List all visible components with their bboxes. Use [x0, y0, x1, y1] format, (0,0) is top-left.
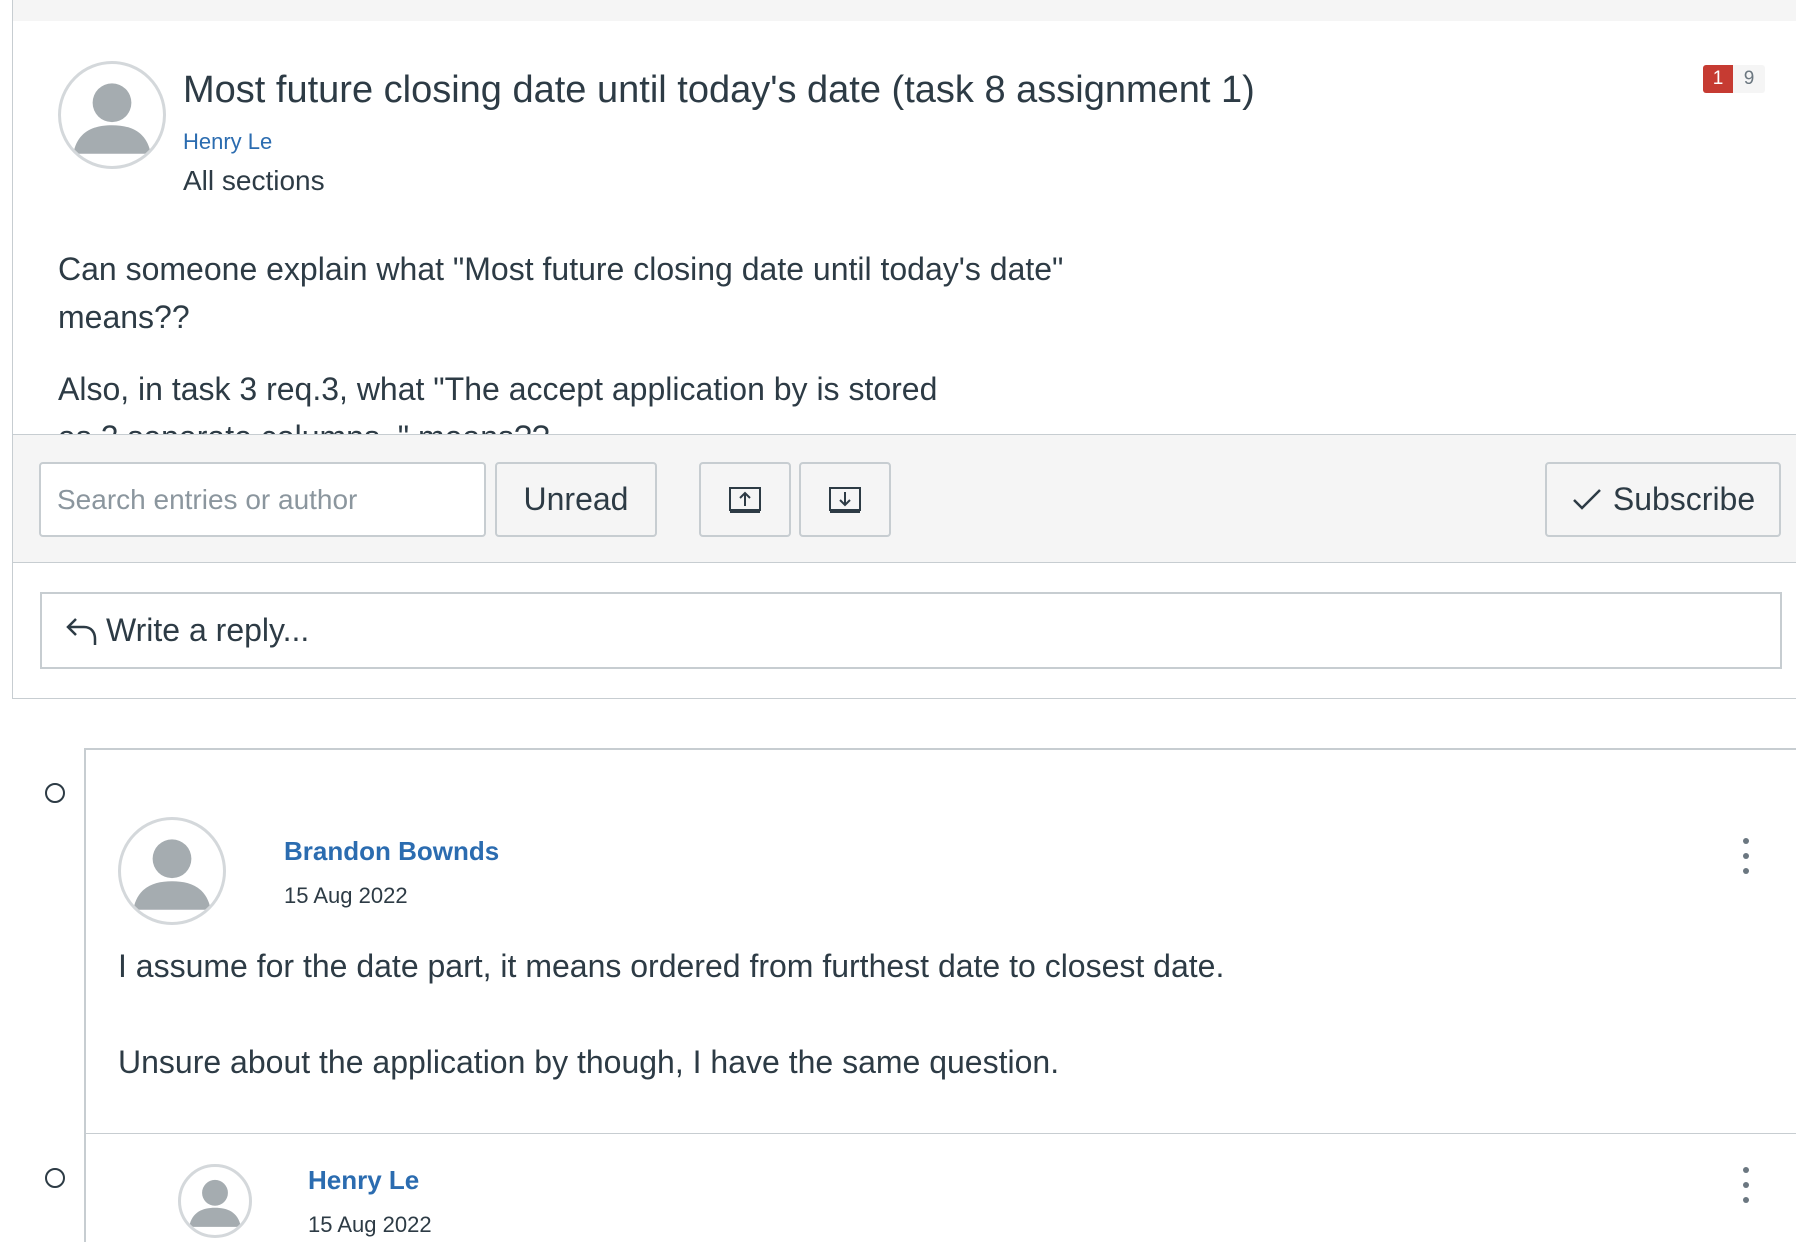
entry-message-paragraph: I assume for the date part, it means ord… — [118, 948, 1225, 984]
post-count-badge: 1 9 — [1703, 65, 1765, 93]
more-options-icon[interactable] — [1736, 1167, 1756, 1203]
discussion-toolbar: Unread — [13, 434, 1796, 563]
topic-card: Most future closing date until today's d… — [12, 21, 1796, 699]
discussion-entry: Brandon Bownds 15 Aug 2022 I assume for … — [84, 748, 1796, 1135]
search-input[interactable] — [39, 462, 486, 537]
discussion-page: Most future closing date until today's d… — [0, 0, 1796, 1242]
read-status-dot[interactable] — [45, 1168, 65, 1188]
entry-author-link[interactable]: Brandon Bownds — [284, 836, 499, 867]
subscribe-button[interactable]: Subscribe — [1545, 462, 1781, 537]
person-icon — [189, 1179, 241, 1227]
total-count-badge: 9 — [1733, 65, 1765, 93]
entry-message-paragraph: Unsure about the application by though, … — [118, 1044, 1060, 1080]
entry-author-link[interactable]: Henry Le — [308, 1165, 419, 1196]
discussion-entry: Henry Le 15 Aug 2022 — [84, 1134, 1796, 1242]
entry-date: 15 Aug 2022 — [284, 883, 408, 908]
expand-threads-button[interactable] — [799, 462, 891, 537]
checkmark-icon — [1572, 488, 1601, 510]
entry-date: 15 Aug 2022 — [308, 1212, 432, 1237]
unread-filter-button[interactable]: Unread — [495, 462, 657, 537]
entry-message: I assume for the date part, it means ord… — [118, 942, 1518, 1134]
topic-author-link[interactable]: Henry Le — [183, 129, 272, 155]
expand-icon — [829, 486, 861, 513]
reply-arrow-icon — [66, 617, 97, 645]
more-options-icon[interactable] — [1736, 838, 1756, 874]
topic-sections: All sections — [183, 165, 325, 196]
write-reply-label: Write a reply... — [106, 612, 310, 648]
unread-count-badge: 1 — [1703, 65, 1733, 93]
entry-author-avatar[interactable] — [118, 817, 226, 925]
person-icon — [133, 839, 211, 910]
topic-message-paragraph: Can someone explain what "Most future cl… — [58, 251, 1064, 335]
collapse-icon — [729, 486, 761, 513]
collapse-threads-button[interactable] — [699, 462, 791, 537]
topic-author-avatar[interactable] — [58, 61, 166, 169]
topic-title: Most future closing date until today's d… — [183, 69, 1255, 111]
write-reply-button[interactable]: Write a reply... — [40, 592, 1782, 669]
subscribe-label: Subscribe — [1612, 481, 1756, 517]
person-icon — [73, 83, 151, 154]
read-status-dot[interactable] — [45, 783, 65, 803]
entry-author-avatar[interactable] — [178, 1164, 252, 1238]
top-strip — [12, 0, 1796, 22]
